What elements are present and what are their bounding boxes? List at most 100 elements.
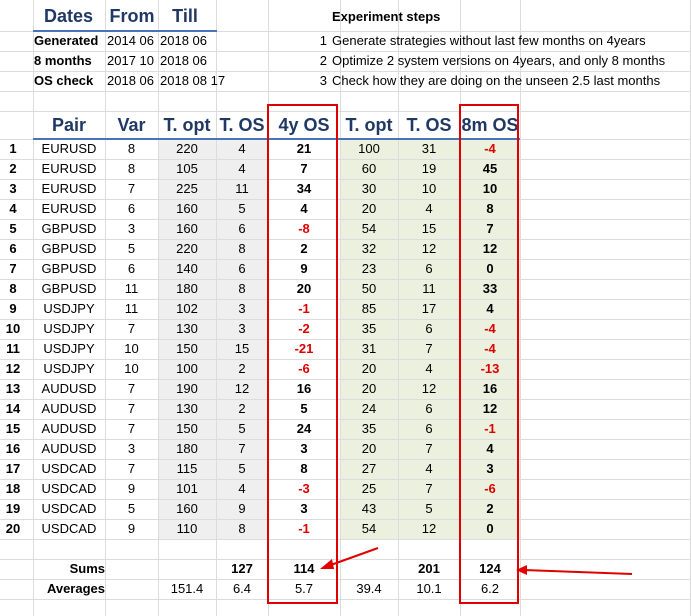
cell-t-os-1: 5	[238, 421, 246, 436]
highlight-box-8m-os	[459, 104, 519, 604]
row-index: 9	[9, 301, 17, 316]
cell-pair: AUDUSD	[41, 381, 97, 396]
cell-var: 6	[127, 261, 136, 276]
averages-t-opt-1: 151.4	[170, 581, 204, 596]
cell-t-os-2: 17	[421, 301, 437, 316]
cell-var: 6	[127, 201, 136, 216]
cell-t-opt-2: 25	[361, 481, 377, 496]
row-index: 3	[9, 181, 17, 196]
cell-t-opt-2: 31	[361, 341, 377, 356]
cell-var: 3	[127, 221, 136, 236]
row-index: 8	[9, 281, 17, 296]
cell-t-opt-1: 190	[176, 381, 198, 396]
step-text: Generate strategies without last few mon…	[332, 33, 646, 48]
row-index: 4	[9, 201, 17, 216]
top-row-label: OS check	[34, 73, 94, 88]
cell-t-opt-1: 220	[176, 141, 198, 156]
cell-pair: AUDUSD	[41, 401, 97, 416]
cell-pair: EURUSD	[41, 181, 97, 196]
cell-pair: GBPUSD	[41, 241, 97, 256]
cell-t-opt-2: 35	[361, 321, 377, 336]
cell-t-opt-1: 102	[176, 301, 198, 316]
cell-pair: EURUSD	[41, 141, 97, 156]
cell-t-opt-2: 20	[361, 361, 377, 376]
cell-t-os-2: 5	[425, 501, 433, 516]
cell-pair: USDJPY	[43, 361, 95, 376]
cell-t-os-2: 4	[425, 461, 433, 476]
cell-t-os-2: 6	[425, 421, 433, 436]
cell-pair: USDJPY	[43, 321, 95, 336]
cell-var: 8	[127, 161, 136, 176]
cell-t-opt-1: 130	[176, 321, 198, 336]
header-t-os-1: T. OS	[219, 115, 265, 135]
grid-row-line	[0, 91, 691, 92]
cell-pair: AUDUSD	[41, 441, 97, 456]
cell-t-os-2: 6	[425, 321, 433, 336]
cell-t-os-2: 7	[425, 481, 433, 496]
row-index: 13	[5, 381, 21, 396]
sums-label: Sums	[69, 561, 105, 576]
cell-t-os-1: 4	[238, 161, 246, 176]
top-row-label: 8 months	[34, 53, 92, 68]
row-index: 12	[5, 361, 21, 376]
cell-var: 9	[127, 481, 136, 496]
cell-var: 10	[124, 341, 139, 356]
cell-t-os-2: 19	[421, 161, 437, 176]
cell-pair: USDJPY	[43, 341, 95, 356]
cell-var: 3	[127, 441, 136, 456]
cell-t-os-1: 3	[238, 301, 246, 316]
row-index: 20	[5, 521, 21, 536]
cell-t-os-1: 8	[238, 521, 246, 536]
top-row-till: 2018 08 17	[160, 73, 226, 88]
cell-t-opt-2: 32	[361, 241, 377, 256]
cell-t-opt-1: 110	[176, 521, 198, 536]
cell-t-opt-2: 54	[361, 521, 377, 536]
top-row-from: 2018 06	[107, 73, 154, 88]
cell-t-opt-2: 27	[361, 461, 377, 476]
step-number: 2	[319, 53, 327, 68]
averages-label: Averages	[46, 581, 105, 596]
row-index: 18	[5, 481, 21, 496]
cell-pair: USDCAD	[41, 481, 97, 496]
cell-pair: USDCAD	[41, 461, 97, 476]
cell-t-os-2: 7	[425, 341, 433, 356]
averages-t-os-1: 6.4	[232, 581, 252, 596]
row-index: 16	[5, 441, 21, 456]
cell-t-opt-2: 23	[361, 261, 377, 276]
cell-t-os-2: 31	[421, 141, 437, 156]
cell-var: 7	[127, 381, 136, 396]
cell-pair: USDCAD	[41, 501, 97, 516]
cell-t-opt-2: 20	[361, 201, 377, 216]
cell-var: 11	[124, 301, 139, 316]
top-row-label: Generated	[34, 33, 99, 48]
sums-t-os-1: 127	[231, 561, 253, 576]
cell-t-os-2: 12	[421, 381, 437, 396]
cell-t-opt-1: 160	[176, 501, 198, 516]
averages-t-os-2: 10.1	[416, 581, 442, 596]
row-index: 11	[6, 341, 20, 356]
cell-var: 7	[127, 461, 136, 476]
cell-t-os-1: 2	[238, 361, 246, 376]
grid-row-line	[0, 599, 691, 600]
cell-t-opt-2: 20	[361, 441, 377, 456]
cell-t-opt-2: 24	[361, 401, 377, 416]
cell-t-opt-1: 105	[176, 161, 198, 176]
cell-t-opt-1: 160	[176, 201, 198, 216]
cell-t-os-2: 12	[421, 521, 437, 536]
cell-pair: GBPUSD	[41, 261, 97, 276]
cell-t-opt-2: 85	[361, 301, 377, 316]
cell-t-os-1: 11	[235, 181, 249, 196]
cell-t-opt-1: 130	[176, 401, 198, 416]
grid-row-line	[0, 539, 691, 540]
cell-var: 5	[127, 501, 136, 516]
row-index: 19	[5, 501, 21, 516]
cell-t-os-1: 2	[238, 401, 246, 416]
header-t-opt-2: T. opt	[345, 115, 393, 135]
cell-pair: USDJPY	[43, 301, 95, 316]
cell-var: 8	[127, 141, 136, 156]
cell-t-opt-2: 54	[361, 221, 377, 236]
cell-t-os-2: 11	[422, 281, 436, 296]
cell-t-opt-1: 180	[176, 281, 198, 296]
cell-pair: EURUSD	[41, 161, 97, 176]
cell-t-os-1: 8	[238, 241, 246, 256]
